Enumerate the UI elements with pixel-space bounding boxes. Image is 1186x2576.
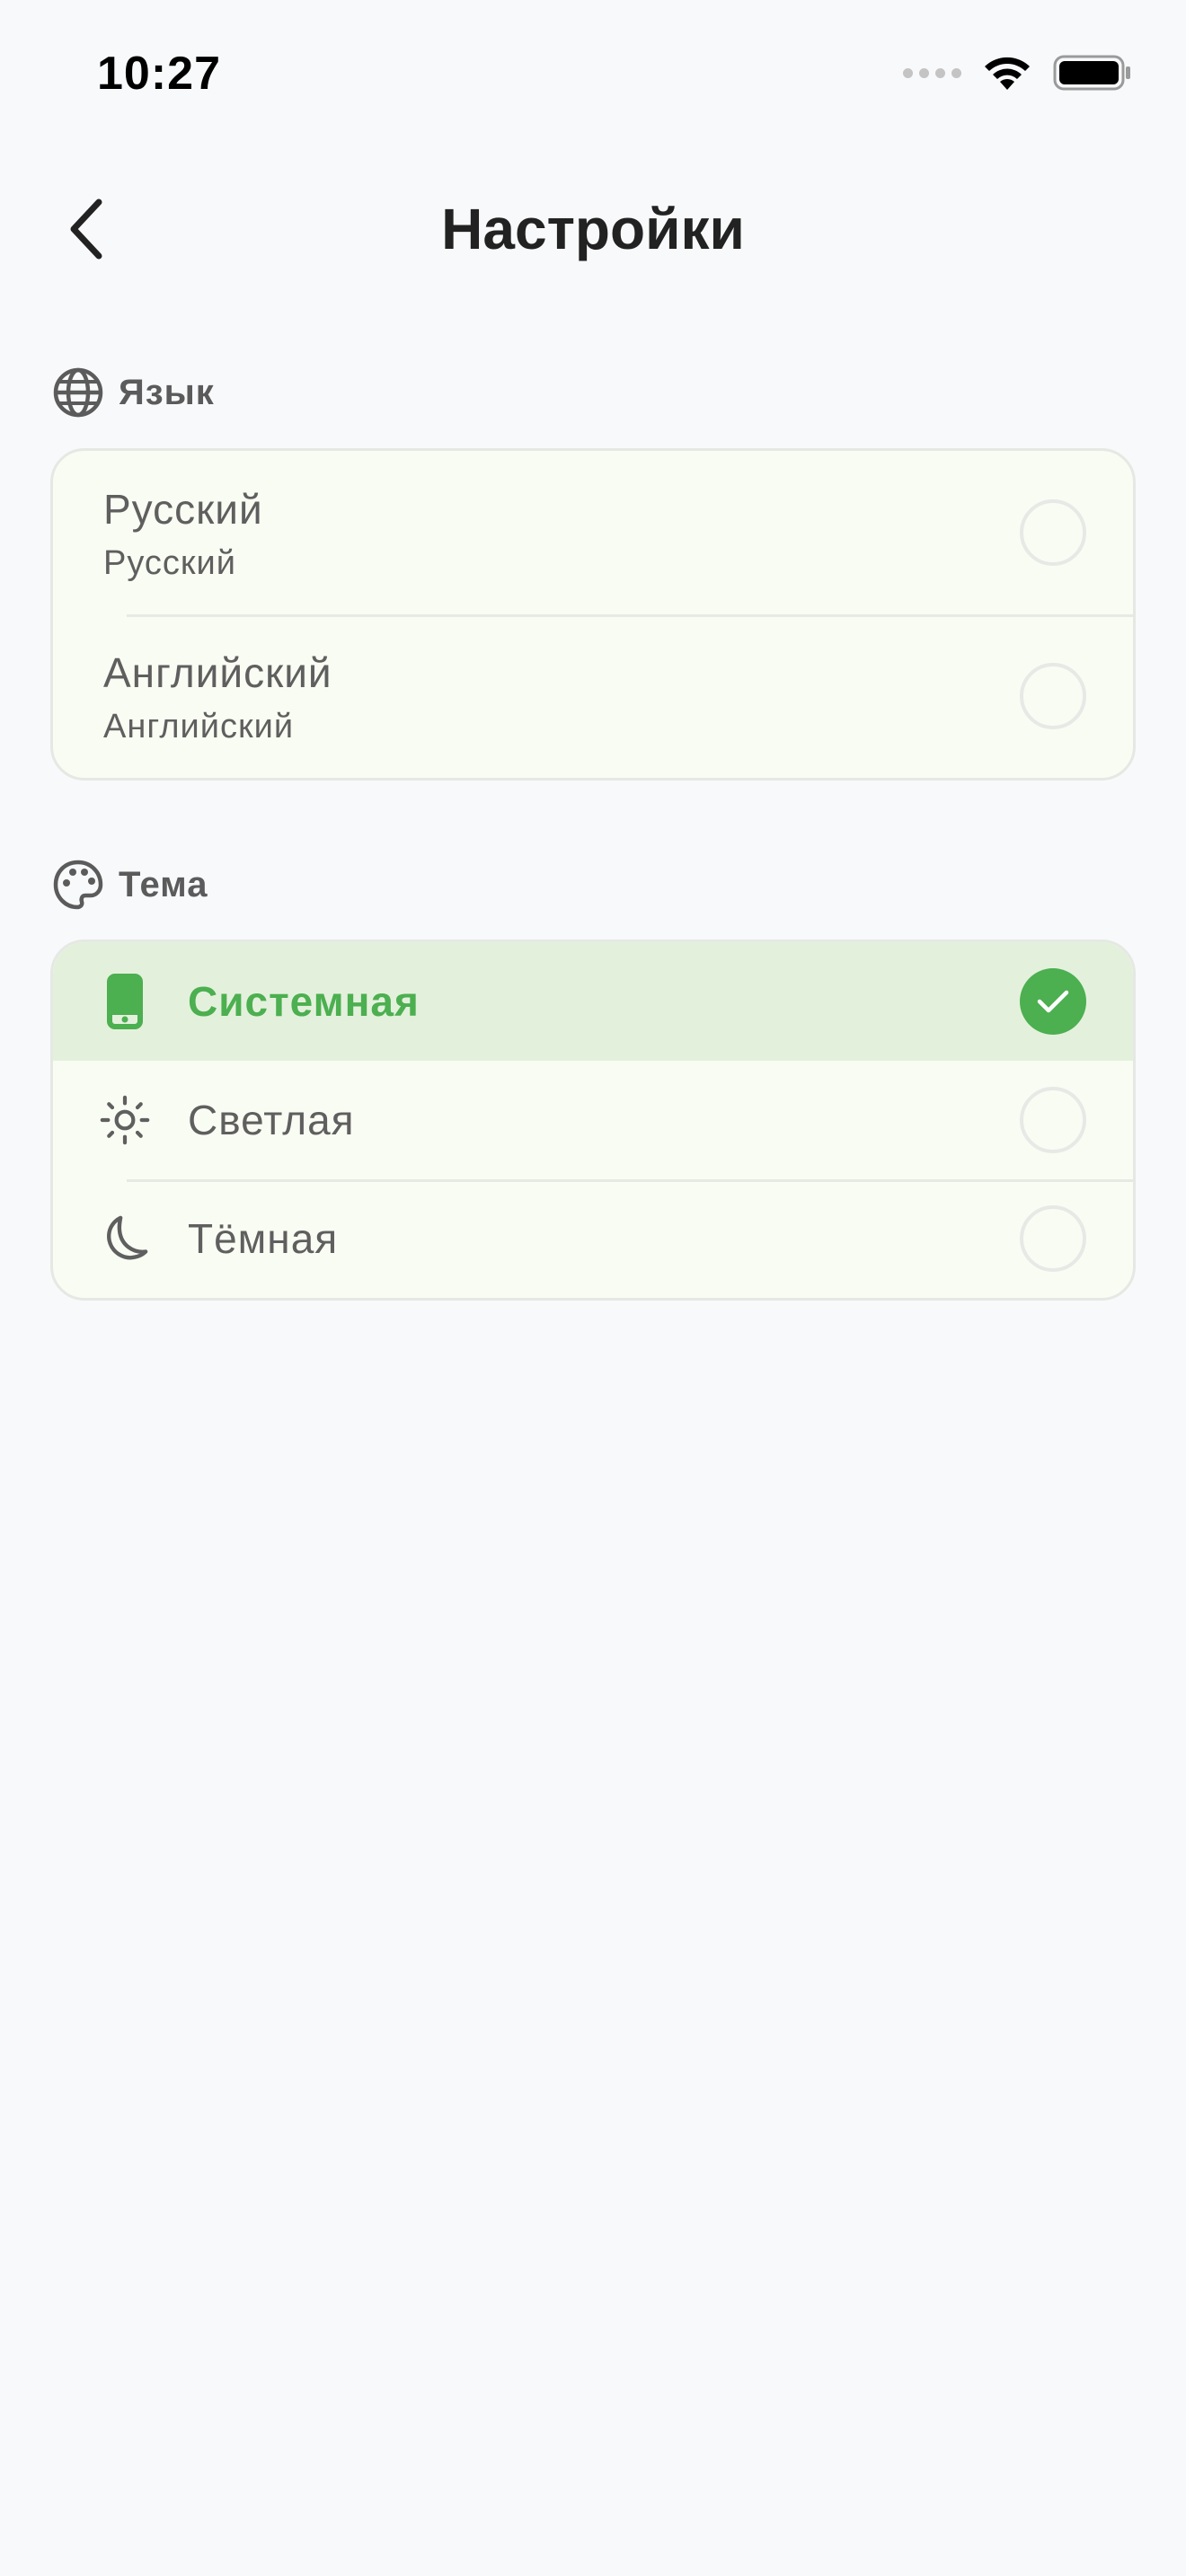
language-card: Русский Русский Английский Английский (50, 448, 1136, 781)
theme-option-light[interactable]: Светлая (53, 1061, 1133, 1179)
status-time: 10:27 (97, 48, 221, 100)
language-option-subtitle: Английский (103, 708, 295, 745)
language-option-subtitle: Русский (103, 544, 236, 582)
wifi-icon (985, 57, 1030, 90)
theme-section-heading: Тема (52, 859, 208, 911)
settings-screen: 10:27 Настройки Язык Русский Русский Анг… (0, 0, 1186, 2576)
theme-option-system[interactable]: Системная (53, 942, 1133, 1061)
radio-button[interactable] (1020, 1087, 1086, 1153)
language-option-title: Русский (103, 486, 263, 533)
theme-option-label: Тёмная (188, 1215, 339, 1262)
theme-card: Системная Светлая Тёмная (50, 940, 1136, 1301)
language-section-label: Язык (119, 372, 215, 412)
globe-icon (53, 367, 103, 418)
phone-icon (100, 974, 150, 1029)
header: Настройки (0, 162, 1186, 296)
checkmark-icon (1037, 990, 1069, 1013)
language-option-english[interactable]: Английский Английский (53, 614, 1133, 778)
language-option-russian[interactable]: Русский Русский (53, 451, 1133, 614)
sun-icon (100, 1095, 150, 1145)
palette-icon (53, 860, 103, 910)
radio-button-checked[interactable] (1020, 968, 1086, 1035)
radio-button[interactable] (1020, 1205, 1086, 1272)
radio-button[interactable] (1020, 663, 1086, 729)
moon-icon (100, 1213, 150, 1264)
battery-icon (1053, 55, 1130, 91)
theme-option-label: Светлая (188, 1097, 355, 1143)
signal-icon (903, 67, 961, 78)
language-option-title: Английский (103, 649, 332, 696)
theme-section-label: Тема (119, 864, 208, 904)
radio-button[interactable] (1020, 499, 1086, 566)
page-title: Настройки (441, 197, 745, 261)
status-icons (903, 54, 1132, 92)
status-bar: 10:27 (0, 0, 1186, 153)
theme-option-dark[interactable]: Тёмная (53, 1179, 1133, 1298)
theme-option-label: Системная (188, 978, 420, 1025)
language-section-heading: Язык (52, 366, 215, 419)
